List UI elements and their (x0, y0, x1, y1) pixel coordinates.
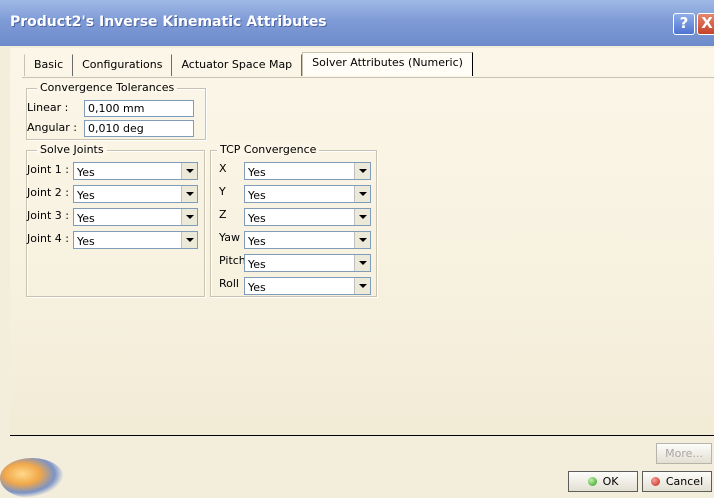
joint-2-value: Yes (77, 189, 95, 202)
help-button[interactable]: ? (673, 13, 695, 35)
joint-3-value: Yes (77, 212, 95, 225)
tcp-roll-value: Yes (248, 281, 266, 294)
chevron-down-icon[interactable] (181, 163, 197, 179)
tcp-x-select[interactable]: Yes (244, 162, 371, 180)
window-title: Product2's Inverse Kinematic Attributes (10, 14, 327, 30)
chevron-down-icon[interactable] (354, 278, 370, 294)
joint-1-label: Joint 1 : (27, 163, 70, 176)
app-logo-icon (0, 458, 64, 498)
cancel-button[interactable]: Cancel (642, 471, 712, 492)
chevron-down-icon[interactable] (354, 209, 370, 225)
joint-1-value: Yes (77, 166, 95, 179)
linear-tolerance-field[interactable]: 0,100 mm (84, 100, 194, 117)
joint-3-label: Joint 3 : (27, 209, 70, 222)
chevron-down-icon[interactable] (354, 163, 370, 179)
tab-configurations[interactable]: Configurations (73, 54, 173, 76)
joint-3-select[interactable]: Yes (73, 208, 198, 226)
tcp-y-value: Yes (248, 189, 266, 202)
ok-label: OK (602, 475, 619, 488)
joint-4-label: Joint 4 : (27, 232, 70, 245)
tab-strip: Basic Configurations Actuator Space Map … (24, 52, 473, 76)
tcp-yaw-label: Yaw (219, 231, 240, 244)
tcp-pitch-value: Yes (248, 258, 266, 271)
convergence-tolerances-label: Convergence Tolerances (37, 81, 178, 94)
tcp-z-label: Z (219, 208, 227, 221)
tab-actuator-space-map[interactable]: Actuator Space Map (172, 54, 303, 76)
tcp-yaw-value: Yes (248, 235, 266, 248)
tcp-pitch-select[interactable]: Yes (244, 254, 371, 272)
joint-1-select[interactable]: Yes (73, 162, 198, 180)
joint-4-select[interactable]: Yes (73, 231, 198, 249)
chevron-down-icon[interactable] (354, 186, 370, 202)
title-bar: Product2's Inverse Kinematic Attributes … (0, 0, 714, 46)
tcp-pitch-label: Pitch (219, 254, 246, 267)
angular-tolerance-field[interactable]: 0,010 deg (84, 120, 194, 137)
joint-2-select[interactable]: Yes (73, 185, 198, 203)
joint-2-label: Joint 2 : (27, 186, 70, 199)
tab-divider (22, 77, 714, 79)
ok-button[interactable]: OK (568, 471, 638, 492)
tcp-y-select[interactable]: Yes (244, 185, 371, 203)
tab-basic[interactable]: Basic (24, 54, 74, 76)
linear-label: Linear : (27, 101, 69, 114)
chevron-down-icon[interactable] (181, 232, 197, 248)
tcp-y-label: Y (219, 185, 226, 198)
ok-icon (587, 477, 597, 486)
tcp-z-value: Yes (248, 212, 266, 225)
tcp-roll-label: Roll (219, 277, 239, 290)
chevron-down-icon[interactable] (354, 255, 370, 271)
solve-joints-label: Solve Joints (37, 143, 107, 156)
tcp-convergence-label: TCP Convergence (217, 143, 320, 156)
tab-solver-attributes[interactable]: Solver Attributes (Numeric) (302, 52, 473, 76)
chevron-down-icon[interactable] (181, 186, 197, 202)
chevron-down-icon[interactable] (354, 232, 370, 248)
more-button[interactable]: More... (656, 443, 712, 464)
tcp-x-value: Yes (248, 166, 266, 179)
joint-4-value: Yes (77, 235, 95, 248)
tcp-x-label: X (219, 162, 227, 175)
angular-label: Angular : (27, 121, 77, 134)
tcp-roll-select[interactable]: Yes (244, 277, 371, 295)
tcp-z-select[interactable]: Yes (244, 208, 371, 226)
tcp-yaw-select[interactable]: Yes (244, 231, 371, 249)
cancel-icon (650, 477, 660, 486)
chevron-down-icon[interactable] (181, 209, 197, 225)
cancel-label: Cancel (665, 475, 704, 488)
close-button[interactable]: X (697, 13, 714, 35)
